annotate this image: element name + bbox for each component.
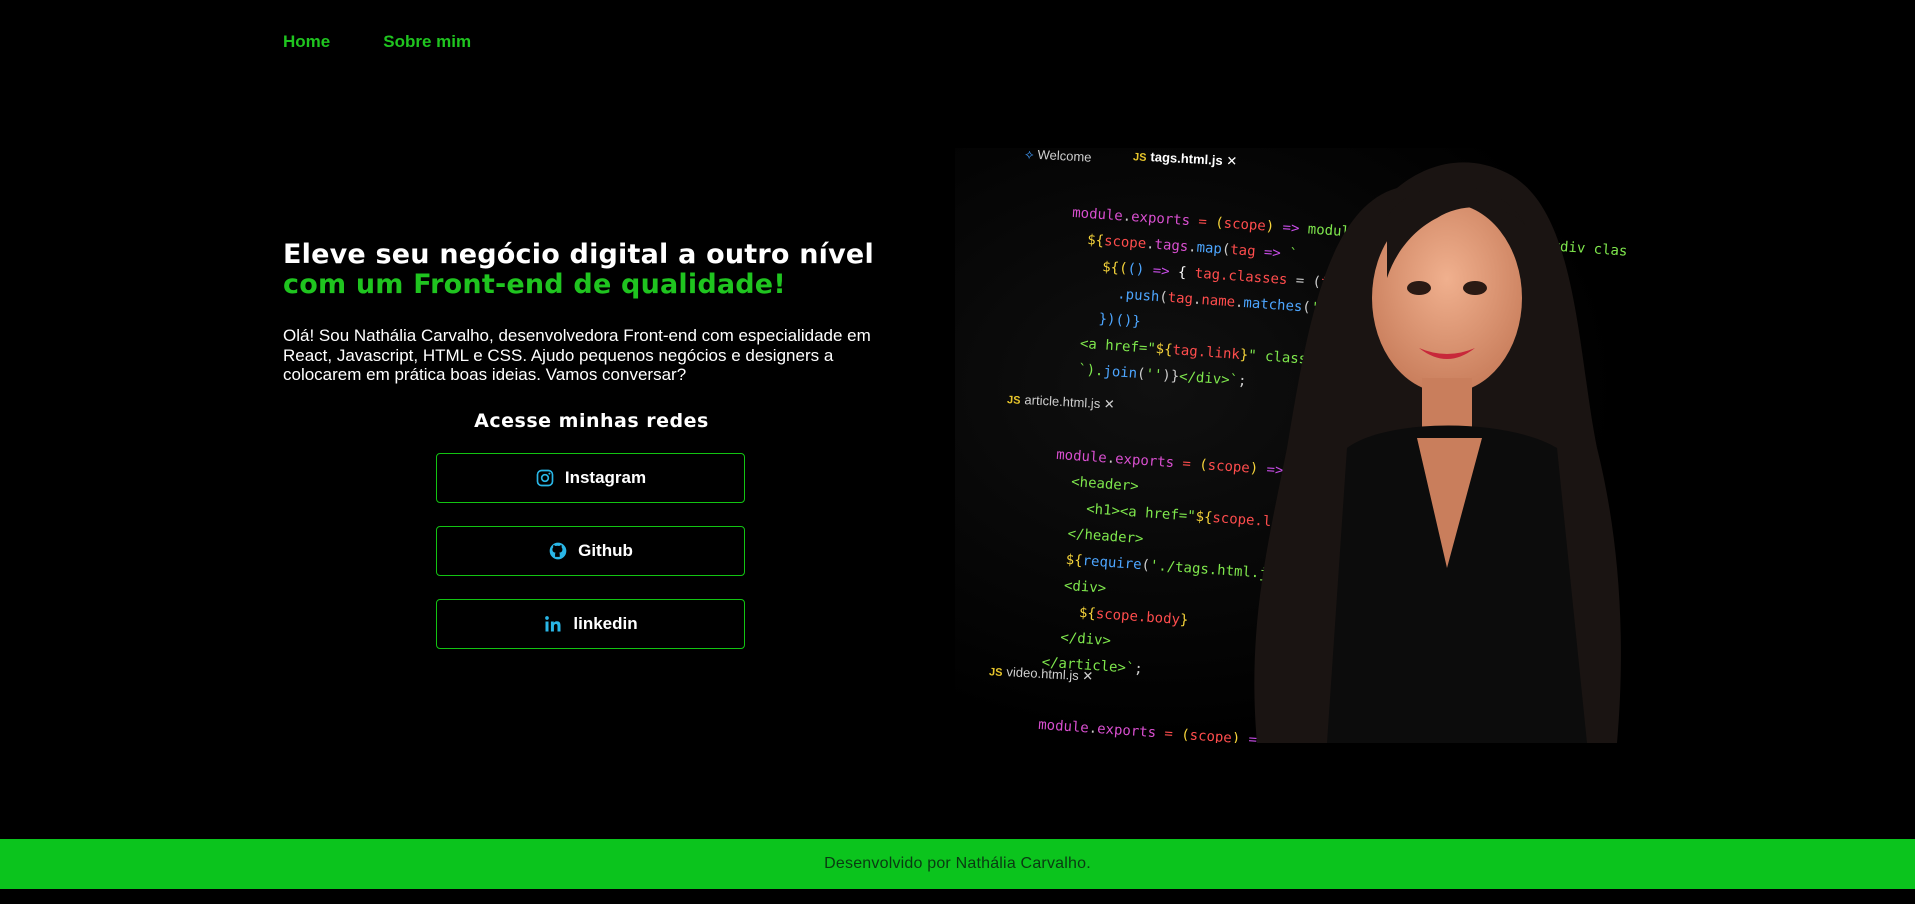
hero-section: Eleve seu negócio digital a outro nível … (283, 240, 923, 385)
footer-bottom-strip (0, 889, 1915, 904)
top-nav: Home Sobre mim (283, 32, 471, 52)
hero-intro-text: Olá! Sou Nathália Carvalho, desenvolvedo… (283, 326, 871, 384)
linkedin-icon (543, 614, 563, 634)
linkedin-button[interactable]: linkedin (436, 599, 745, 649)
linkedin-label: linkedin (573, 614, 638, 633)
github-label: Github (578, 541, 633, 560)
nav-home-link[interactable]: Home (283, 32, 330, 52)
headline-line-2: com um Front-end de qualidade! (283, 269, 786, 300)
footer-credit: Desenvolvido por Nathália Carvalho. (824, 855, 1091, 872)
social-title: Acesse minhas redes (474, 410, 709, 432)
headline-line-1: Eleve seu negócio digital a outro nível (283, 239, 874, 270)
portrait-illustration (1254, 162, 1621, 743)
instagram-button[interactable]: Instagram (436, 453, 745, 503)
footer: Desenvolvido por Nathália Carvalho. (0, 839, 1915, 889)
instagram-icon (535, 468, 555, 488)
github-icon (548, 541, 568, 561)
nav-about-link[interactable]: Sobre mim (383, 32, 471, 52)
instagram-label: Instagram (564, 468, 647, 487)
hero-headline: Eleve seu negócio digital a outro nível … (283, 240, 923, 300)
github-button[interactable]: Github (436, 526, 745, 576)
profile-photo: ⟡ Welcome JS tags.html.js ✕ module.exports… (955, 148, 1627, 743)
